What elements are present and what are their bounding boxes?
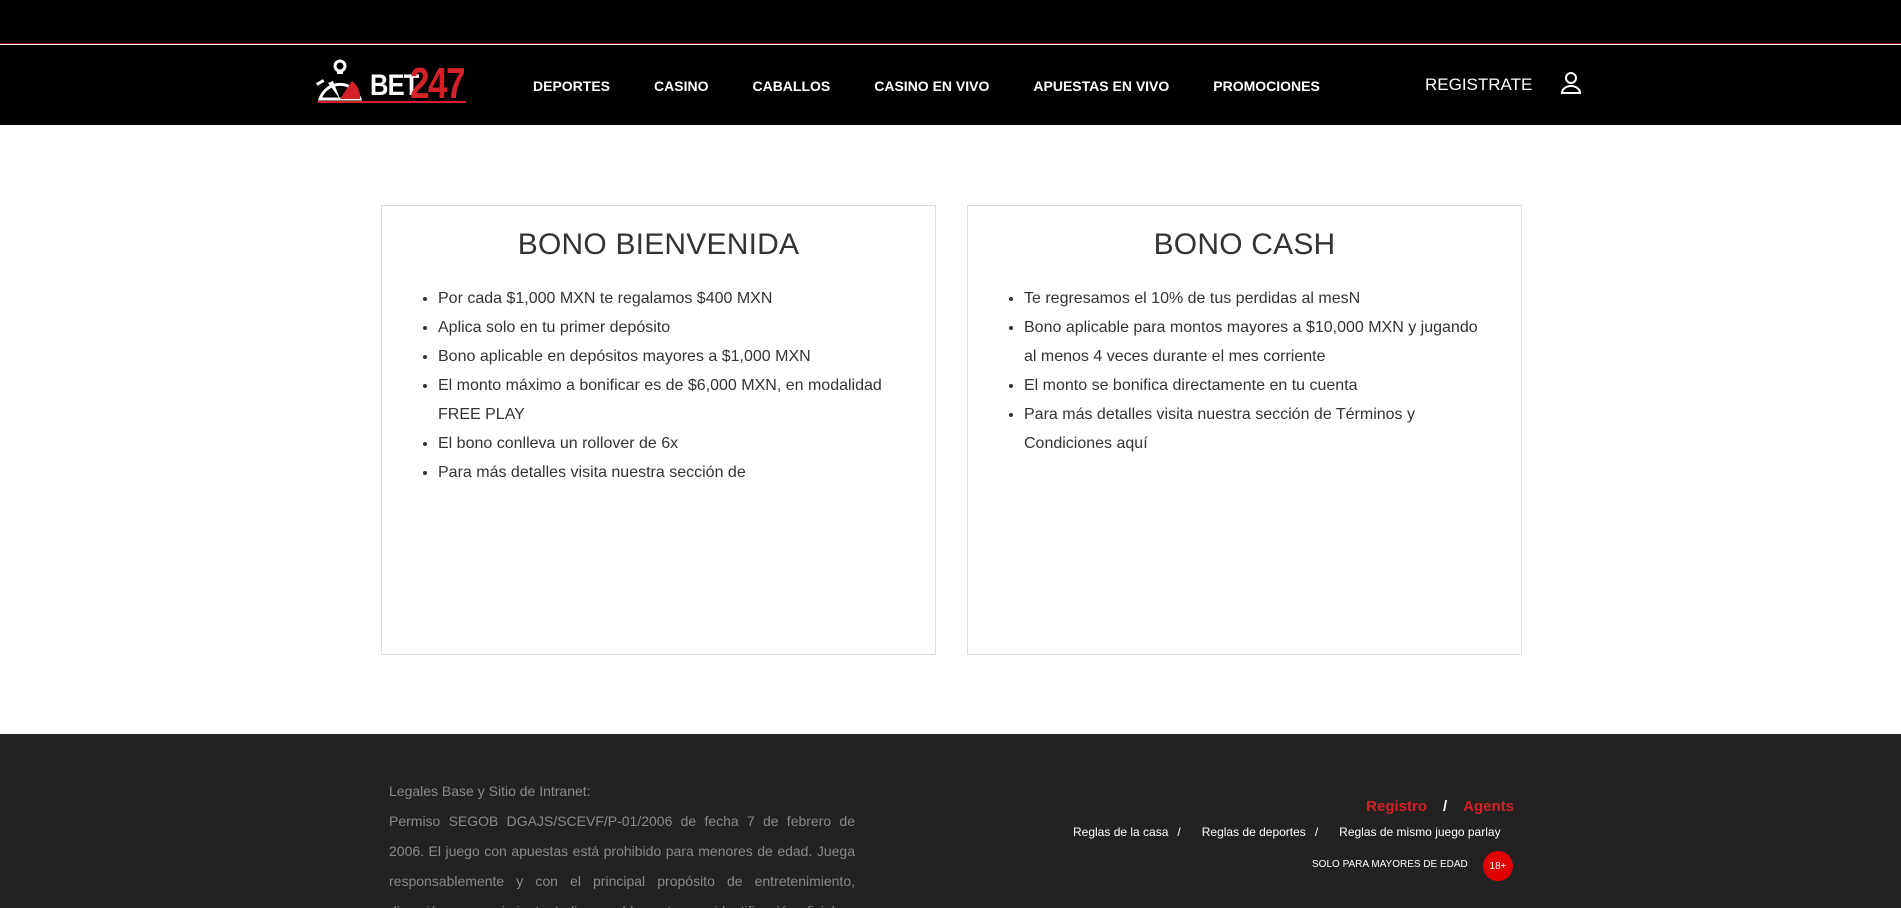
nav-item-promociones[interactable]: PROMOCIONES (1213, 78, 1320, 94)
list-item: El monto máximo a bonificar es de $6,000… (438, 371, 895, 429)
card-list: Te regresamos el 10% de tus perdidas al … (1024, 284, 1481, 458)
list-item: Por cada $1,000 MXN te regalamos $400 MX… (438, 284, 895, 313)
card-title: BONO BIENVENIDA (517, 228, 800, 261)
footer-rules-links: Reglas de la casa / Reglas de deportes /… (1073, 825, 1501, 839)
age-restriction-text: SOLO PARA MAYORES DE EDAD (1312, 859, 1468, 870)
list-item: Para más detalles visita nuestra sección… (1024, 400, 1481, 458)
legal-text-block: Legales Base y Sitio de Intranet: Permis… (389, 776, 855, 908)
reglas-deportes-link[interactable]: Reglas de deportes (1202, 825, 1306, 839)
main-nav: DEPORTES CASINO CABALLOS CASINO EN VIVO … (533, 78, 1364, 94)
list-item: El monto se bonifica directamente en tu … (1024, 371, 1481, 400)
list-item: Bono aplicable en depósitos mayores a $1… (438, 342, 895, 371)
footer-account-links: Registro / Agents (1366, 798, 1514, 815)
link-separator: / (1314, 825, 1319, 839)
card-list: Por cada $1,000 MXN te regalamos $400 MX… (438, 284, 895, 487)
nav-item-deportes[interactable]: DEPORTES (533, 78, 610, 94)
nav-item-apuestas-en-vivo[interactable]: APUESTAS EN VIVO (1033, 78, 1169, 94)
nav-item-caballos[interactable]: CABALLOS (752, 78, 830, 94)
nav-item-casino-en-vivo[interactable]: CASINO EN VIVO (874, 78, 989, 94)
stopwatch-logo-icon (316, 59, 363, 101)
reglas-casa-link[interactable]: Reglas de la casa (1073, 825, 1168, 839)
agents-link[interactable]: Agents (1463, 798, 1514, 815)
register-link[interactable]: REGISTRATE (1425, 75, 1532, 95)
link-separator: / (1442, 798, 1448, 815)
footer: Legales Base y Sitio de Intranet: Permis… (0, 734, 1901, 908)
legal-title: Legales Base y Sitio de Intranet: (389, 783, 591, 799)
link-separator: / (1177, 825, 1181, 839)
nav-item-casino[interactable]: CASINO (654, 78, 708, 94)
list-item: El bono conlleva un rollover de 6x (438, 429, 895, 458)
top-strip (0, 0, 1901, 44)
list-item: Para más detalles visita nuestra sección… (438, 458, 895, 487)
age-18-badge: 18+ (1483, 851, 1513, 881)
reglas-parlay-link[interactable]: Reglas de mismo juego parlay (1339, 825, 1500, 839)
header: BET 247 DEPORTES CASINO CABALLOS CASINO … (0, 45, 1901, 125)
bet247-logo[interactable]: BET 247 (316, 57, 471, 108)
list-item: Aplica solo en tu primer depósito (438, 313, 895, 342)
list-item: Te regresamos el 10% de tus perdidas al … (1024, 284, 1481, 313)
bono-cash-card: BONO CASH Te regresamos el 10% de tus pe… (967, 205, 1522, 655)
registro-link[interactable]: Registro (1366, 798, 1427, 815)
legal-text: Permiso SEGOB DGAJS/SCEVF/P-01/2006 de f… (389, 813, 855, 908)
user-icon[interactable] (1560, 71, 1582, 95)
list-item: Bono aplicable para montos mayores a $10… (1024, 313, 1481, 371)
logo-underline (318, 101, 466, 103)
bono-bienvenida-card: BONO BIENVENIDA Por cada $1,000 MXN te r… (381, 205, 936, 655)
card-title: BONO CASH (1153, 228, 1336, 261)
